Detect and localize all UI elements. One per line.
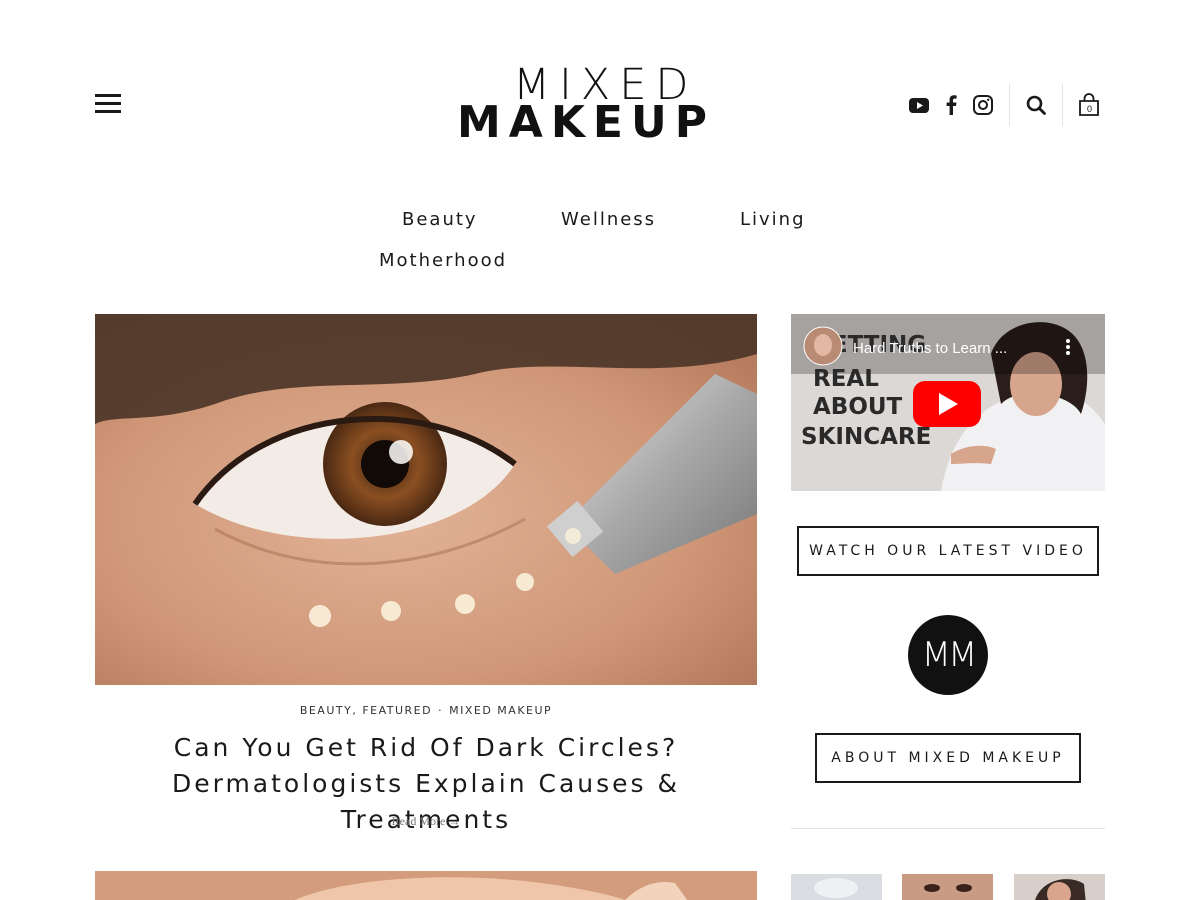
video-title: Hard Truths to Learn ... <box>853 340 1007 357</box>
site-logo[interactable]: MIXED MAKEUP <box>455 62 745 148</box>
header-separator <box>1062 84 1063 126</box>
instagram-thumbnail[interactable] <box>902 874 993 900</box>
logo-bottom-text: MAKEUP <box>457 97 715 148</box>
sidebar-divider <box>791 828 1105 829</box>
cart-count: 0 <box>1087 104 1093 114</box>
svg-text:REAL: REAL <box>813 366 879 392</box>
watch-latest-video-button[interactable]: WATCH OUR LATEST VIDEO <box>797 526 1099 576</box>
youtube-icon[interactable] <box>903 89 935 121</box>
mixed-makeup-badge: MM <box>908 615 988 695</box>
read-more-link[interactable]: Read More → <box>95 814 757 829</box>
youtube-video-embed[interactable]: GETTING REAL ABOUT SKINCARE Hard Truths … <box>791 314 1105 491</box>
search-icon[interactable] <box>1020 89 1052 121</box>
nav-item-beauty[interactable]: Beauty <box>402 209 478 230</box>
facebook-icon[interactable] <box>935 89 967 121</box>
post-meta: BEAUTY, FEATURED · MIXED MAKEUP <box>95 704 757 717</box>
nav-item-living[interactable]: Living <box>740 209 806 230</box>
meta-separator: · <box>438 704 444 717</box>
instagram-thumbnail[interactable] <box>791 874 882 900</box>
header-icons: 0 <box>903 84 1105 126</box>
post-categories[interactable]: BEAUTY, FEATURED <box>300 704 432 717</box>
instagram-icon[interactable] <box>967 89 999 121</box>
header-separator <box>1009 84 1010 126</box>
shopping-bag-icon[interactable]: 0 <box>1073 89 1105 121</box>
featured-post-image[interactable] <box>95 314 757 685</box>
instagram-thumbnail[interactable] <box>1014 874 1105 900</box>
about-mixed-makeup-button[interactable]: ABOUT MIXED MAKEUP <box>815 733 1081 783</box>
svg-text:SKINCARE: SKINCARE <box>801 424 931 450</box>
svg-text:ABOUT: ABOUT <box>813 394 903 420</box>
next-post-image[interactable] <box>95 871 757 900</box>
post-author[interactable]: MIXED MAKEUP <box>449 704 552 717</box>
hamburger-menu-icon[interactable] <box>95 94 121 116</box>
nav-item-motherhood[interactable]: Motherhood <box>379 250 507 271</box>
nav-item-wellness[interactable]: Wellness <box>561 209 656 230</box>
